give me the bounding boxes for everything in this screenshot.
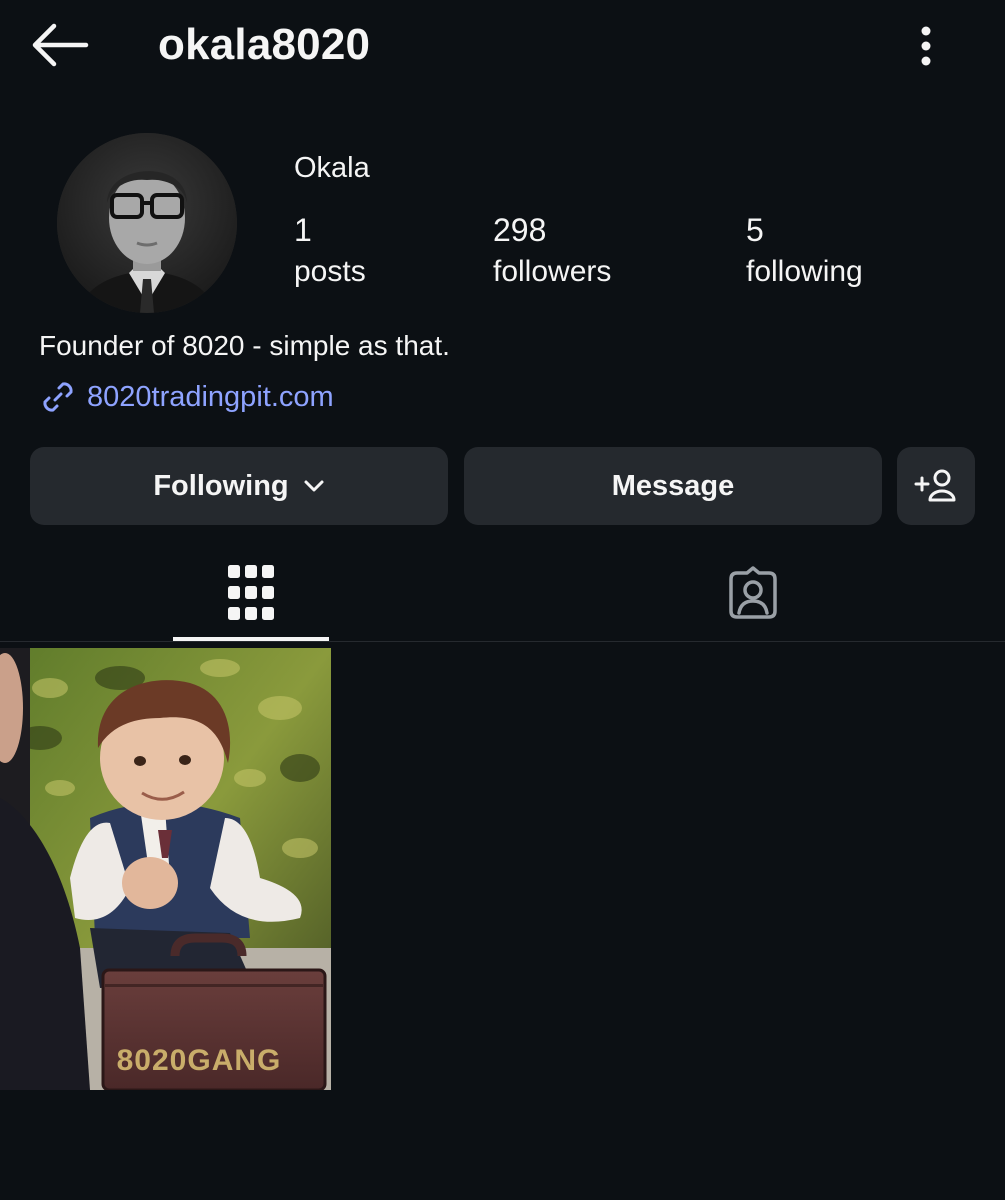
chevron-down-icon xyxy=(304,480,324,492)
back-button[interactable] xyxy=(30,22,90,68)
profile-username: okala8020 xyxy=(158,20,371,69)
link-icon xyxy=(43,382,73,412)
followers-count[interactable]: 298 followers xyxy=(493,210,611,294)
top-bar: okala8020 xyxy=(0,0,1005,100)
following-button[interactable]: Following xyxy=(30,447,448,525)
tab-tagged[interactable] xyxy=(502,545,1004,640)
profile-display-name: Okala xyxy=(294,152,370,184)
suggested-people-button[interactable] xyxy=(897,447,975,525)
posts-count[interactable]: 1 posts xyxy=(294,210,366,294)
following-count-value: 5 xyxy=(746,212,764,248)
posts-count-value: 1 xyxy=(294,212,312,248)
tagged-person-icon xyxy=(729,565,777,619)
post-thumbnail[interactable]: 8020GANG xyxy=(0,648,331,1090)
following-button-label: Following xyxy=(153,469,289,502)
profile-bio: Founder of 8020 - simple as that. xyxy=(39,330,450,361)
tab-posts-grid[interactable] xyxy=(0,545,502,640)
post-image: 8020GANG xyxy=(0,648,331,1090)
message-button[interactable]: Message xyxy=(464,447,882,525)
more-vertical-icon xyxy=(921,26,931,66)
followers-count-value: 298 xyxy=(493,212,547,248)
grid-icon xyxy=(228,564,274,620)
profile-link-text: 8020tradingpit.com xyxy=(87,380,334,413)
following-count-label: following xyxy=(746,255,863,288)
avatar-image xyxy=(57,133,237,313)
followers-count-label: followers xyxy=(493,255,612,288)
profile-link[interactable]: 8020tradingpit.com xyxy=(39,378,334,416)
avatar[interactable] xyxy=(57,133,237,313)
more-options-button[interactable] xyxy=(906,22,946,72)
briefcase-text: 8020GANG xyxy=(117,1044,282,1077)
tab-divider xyxy=(0,641,1005,642)
message-button-label: Message xyxy=(611,469,735,502)
posts-count-label: posts xyxy=(294,255,366,288)
add-person-icon xyxy=(914,469,956,502)
profile-page: okala8020 Okala 1 posts 298 followers 5 … xyxy=(0,0,1005,1200)
arrow-left-icon xyxy=(32,23,89,67)
following-count[interactable]: 5 following xyxy=(746,210,863,294)
